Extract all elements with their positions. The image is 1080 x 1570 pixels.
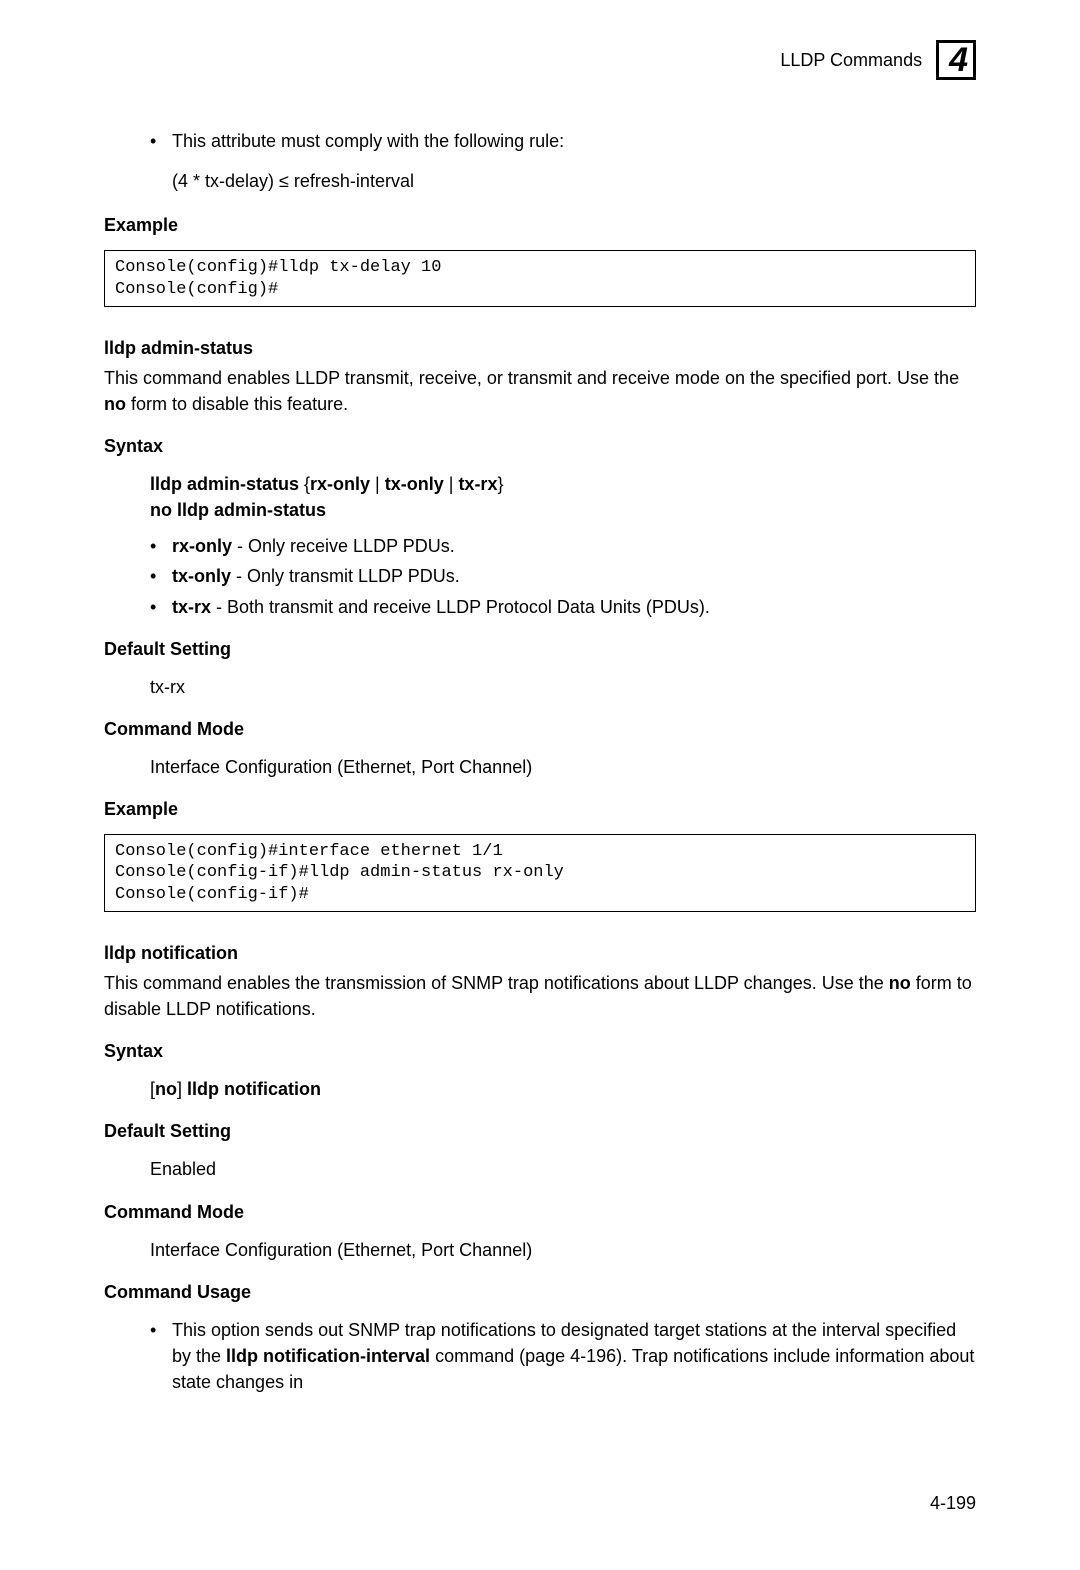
syntax-text: | bbox=[370, 474, 385, 494]
usage-bold: lldp notification-interval bbox=[226, 1346, 430, 1366]
command-description: This command enables the transmission of… bbox=[104, 970, 976, 1022]
default-value: Enabled bbox=[150, 1156, 976, 1182]
chapter-number-badge: 4 bbox=[936, 40, 976, 80]
bullet-icon: • bbox=[150, 594, 172, 620]
options-bullet-list: • rx-only - Only receive LLDP PDUs. • tx… bbox=[150, 533, 976, 619]
option-desc: - Only transmit LLDP PDUs. bbox=[231, 566, 460, 586]
syntax-keyword: tx-rx bbox=[458, 474, 497, 494]
page-header: LLDP Commands 4 bbox=[104, 40, 976, 80]
bullet-icon: • bbox=[150, 533, 172, 559]
syntax-text: | bbox=[444, 474, 459, 494]
command-title: lldp admin-status bbox=[104, 335, 976, 361]
page-number: 4-199 bbox=[930, 1490, 976, 1516]
default-heading: Default Setting bbox=[104, 1118, 976, 1144]
mode-heading: Command Mode bbox=[104, 716, 976, 742]
bullet-text: rx-only - Only receive LLDP PDUs. bbox=[172, 533, 976, 559]
bullet-text: tx-only - Only transmit LLDP PDUs. bbox=[172, 563, 976, 589]
list-item: • This option sends out SNMP trap notifi… bbox=[150, 1317, 976, 1395]
list-item: • This attribute must comply with the fo… bbox=[150, 128, 976, 154]
example-heading: Example bbox=[104, 212, 976, 238]
desc-bold: no bbox=[889, 973, 911, 993]
mode-value: Interface Configuration (Ethernet, Port … bbox=[150, 754, 976, 780]
desc-text: form to disable this feature. bbox=[126, 394, 348, 414]
option-desc: - Only receive LLDP PDUs. bbox=[232, 536, 455, 556]
usage-bullet-list: • This option sends out SNMP trap notifi… bbox=[150, 1317, 976, 1395]
syntax-block: lldp admin-status {rx-only | tx-only | t… bbox=[150, 471, 976, 523]
syntax-keyword: no bbox=[155, 1079, 177, 1099]
mode-value: Interface Configuration (Ethernet, Port … bbox=[150, 1237, 976, 1263]
example-heading: Example bbox=[104, 796, 976, 822]
syntax-keyword: lldp notification bbox=[187, 1079, 321, 1099]
option-name: tx-rx bbox=[172, 597, 211, 617]
desc-text: This command enables the transmission of… bbox=[104, 973, 889, 993]
bullet-icon: • bbox=[150, 563, 172, 589]
default-heading: Default Setting bbox=[104, 636, 976, 662]
command-title: lldp notification bbox=[104, 940, 976, 966]
rule-formula: (4 * tx-delay) ≤ refresh-interval bbox=[172, 168, 976, 194]
syntax-line: [no] lldp notification bbox=[150, 1076, 976, 1102]
syntax-heading: Syntax bbox=[104, 433, 976, 459]
syntax-line: no lldp admin-status bbox=[150, 497, 976, 523]
syntax-keyword: tx-only bbox=[385, 474, 444, 494]
syntax-keyword: rx-only bbox=[310, 474, 370, 494]
desc-bold: no bbox=[104, 394, 126, 414]
option-desc: - Both transmit and receive LLDP Protoco… bbox=[211, 597, 710, 617]
code-block: Console(config)#lldp tx-delay 10 Console… bbox=[104, 250, 976, 307]
bullet-text: tx-rx - Both transmit and receive LLDP P… bbox=[172, 594, 976, 620]
bullet-text: This option sends out SNMP trap notifica… bbox=[172, 1317, 976, 1395]
rule-bullet-list: • This attribute must comply with the fo… bbox=[150, 128, 976, 154]
page-content: LLDP Commands 4 • This attribute must co… bbox=[0, 0, 1080, 1395]
chapter-number: 4 bbox=[949, 43, 967, 77]
list-item: • tx-only - Only transmit LLDP PDUs. bbox=[150, 563, 976, 589]
bullet-icon: • bbox=[150, 1317, 172, 1395]
syntax-keyword: lldp admin-status bbox=[150, 474, 299, 494]
header-section-title: LLDP Commands bbox=[780, 47, 922, 73]
syntax-text: } bbox=[497, 474, 503, 494]
usage-heading: Command Usage bbox=[104, 1279, 976, 1305]
syntax-text: { bbox=[299, 474, 310, 494]
option-name: rx-only bbox=[172, 536, 232, 556]
option-name: tx-only bbox=[172, 566, 231, 586]
mode-heading: Command Mode bbox=[104, 1199, 976, 1225]
syntax-heading: Syntax bbox=[104, 1038, 976, 1064]
bullet-text: This attribute must comply with the foll… bbox=[172, 128, 976, 154]
command-description: This command enables LLDP transmit, rece… bbox=[104, 365, 976, 417]
default-value: tx-rx bbox=[150, 674, 976, 700]
list-item: • tx-rx - Both transmit and receive LLDP… bbox=[150, 594, 976, 620]
code-block: Console(config)#interface ethernet 1/1 C… bbox=[104, 834, 976, 912]
desc-text: This command enables LLDP transmit, rece… bbox=[104, 368, 959, 388]
syntax-line: lldp admin-status {rx-only | tx-only | t… bbox=[150, 471, 976, 497]
syntax-block: [no] lldp notification bbox=[150, 1076, 976, 1102]
bullet-icon: • bbox=[150, 128, 172, 154]
list-item: • rx-only - Only receive LLDP PDUs. bbox=[150, 533, 976, 559]
syntax-text: ] bbox=[177, 1079, 187, 1099]
